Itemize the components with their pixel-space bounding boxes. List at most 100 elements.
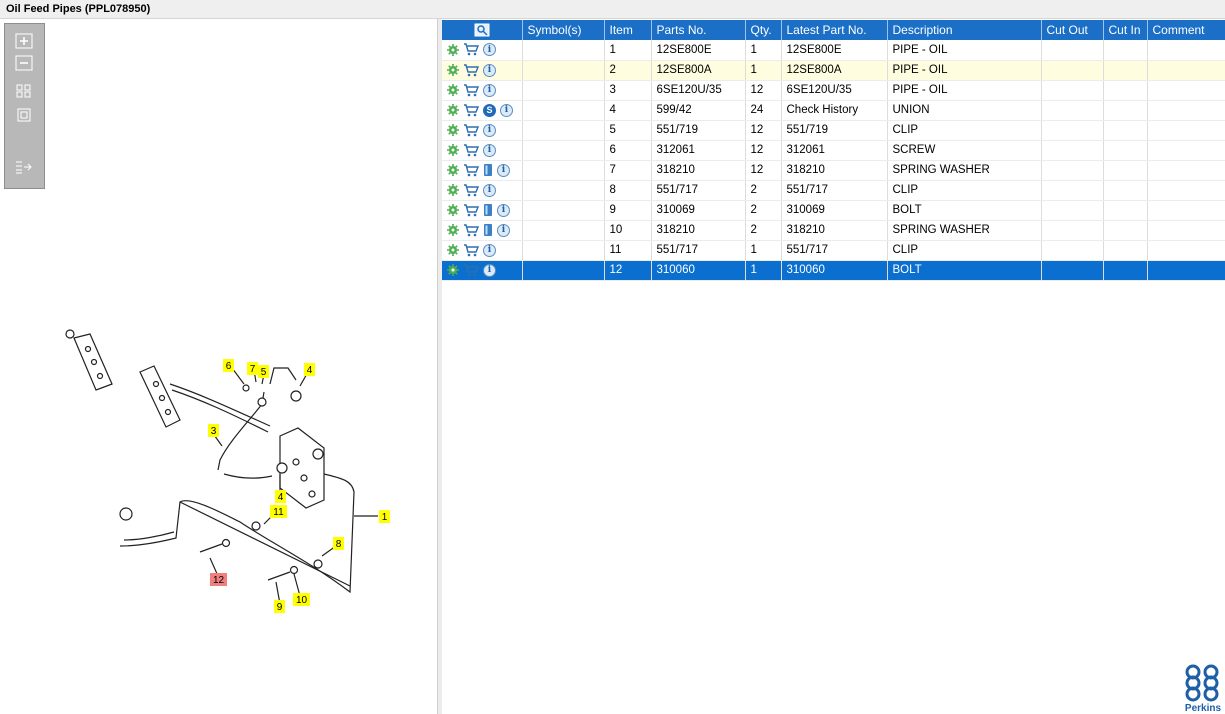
- info-icon[interactable]: i: [497, 203, 510, 217]
- column-header-symbols[interactable]: Symbol(s): [522, 20, 605, 40]
- gear-icon[interactable]: [447, 84, 459, 96]
- gear-icon[interactable]: [447, 164, 459, 176]
- table-row[interactable]: i 10 318210 2 318210 SPRING WASHER: [442, 220, 1225, 241]
- row-icons: i: [442, 240, 523, 261]
- qty-cell: 1: [745, 60, 782, 81]
- table-row[interactable]: i 9 310069 2 310069 BOLT: [442, 200, 1225, 221]
- row-icons: i: [442, 180, 523, 201]
- info-icon[interactable]: i: [483, 63, 496, 77]
- info-icon[interactable]: i: [483, 143, 496, 157]
- description-cell: PIPE - OIL: [887, 40, 1042, 61]
- item-cell: 2: [604, 60, 652, 81]
- column-header-cut-out[interactable]: Cut Out: [1041, 20, 1104, 40]
- info-icon[interactable]: i: [497, 163, 510, 177]
- zoom-out-button[interactable]: [13, 54, 35, 72]
- part-number-cell: 310060: [651, 260, 746, 281]
- info-icon[interactable]: i: [483, 43, 496, 57]
- export-list-button[interactable]: [13, 158, 35, 176]
- table-row[interactable]: i 6 312061 12 312061 SCREW: [442, 140, 1225, 161]
- callout-12-highlighted[interactable]: 12: [210, 573, 227, 586]
- exploded-parts-diagram[interactable]: 1 3 4 4 5 6 7 8 9 10 11 12: [0, 19, 438, 714]
- info-icon[interactable]: i: [497, 223, 510, 237]
- cart-icon[interactable]: [463, 83, 479, 97]
- column-header-cut-in[interactable]: Cut In: [1103, 20, 1148, 40]
- callout-4-top[interactable]: 4: [304, 363, 315, 376]
- info-icon[interactable]: i: [483, 183, 496, 197]
- gear-icon[interactable]: [447, 204, 459, 216]
- cart-icon[interactable]: [463, 163, 479, 177]
- book-icon[interactable]: [483, 163, 493, 177]
- info-icon[interactable]: i: [483, 263, 496, 277]
- gear-icon[interactable]: [447, 43, 459, 56]
- cart-icon[interactable]: [463, 263, 479, 277]
- callout-3[interactable]: 3: [208, 424, 219, 437]
- cart-icon[interactable]: [463, 63, 479, 77]
- callout-9[interactable]: 9: [274, 600, 285, 613]
- diagram-pane[interactable]: 1 3 4 4 5 6 7 8 9 10 11 12: [0, 19, 438, 714]
- info-icon[interactable]: i: [500, 103, 513, 117]
- cut-in-cell: [1103, 40, 1148, 61]
- item-cell: 9: [604, 200, 652, 221]
- table-row[interactable]: i 3 6SE120U/35 12 6SE120U/35 PIPE - OIL: [442, 80, 1225, 101]
- description-cell: UNION: [887, 100, 1042, 121]
- qty-cell: 2: [745, 180, 782, 201]
- cart-icon[interactable]: [463, 203, 479, 217]
- gear-icon[interactable]: [447, 264, 459, 276]
- cart-icon[interactable]: [463, 183, 479, 197]
- callout-10[interactable]: 10: [293, 593, 310, 606]
- gear-icon[interactable]: [447, 144, 459, 156]
- table-row[interactable]: i 12 310060 1 310060 BOLT: [442, 260, 1225, 281]
- comment-cell: [1147, 120, 1225, 141]
- column-header-item[interactable]: Item: [604, 20, 652, 40]
- cart-icon[interactable]: [463, 223, 479, 237]
- svg-text:9: 9: [277, 602, 283, 613]
- zoom-in-button[interactable]: [13, 32, 35, 50]
- search-icon: [474, 23, 490, 37]
- gear-icon[interactable]: [447, 104, 459, 116]
- gear-icon[interactable]: [447, 184, 459, 196]
- info-icon[interactable]: i: [483, 123, 496, 137]
- table-row[interactable]: i 8 551/717 2 551/717 CLIP: [442, 180, 1225, 201]
- column-header-parts-no[interactable]: Parts No.: [651, 20, 746, 40]
- column-header-description[interactable]: Description: [887, 20, 1042, 40]
- fit-to-window-button[interactable]: [13, 82, 35, 100]
- callout-6[interactable]: 6: [223, 359, 234, 372]
- column-header-qty[interactable]: Qty.: [745, 20, 782, 40]
- callout-8[interactable]: 8: [333, 537, 344, 550]
- gear-icon[interactable]: [447, 64, 459, 76]
- callout-1[interactable]: 1: [379, 510, 390, 523]
- column-header-icons[interactable]: [442, 20, 523, 40]
- info-icon[interactable]: i: [483, 243, 496, 257]
- table-row[interactable]: i 7 318210 12 318210 SPRING WASHER: [442, 160, 1225, 181]
- zoom-out-icon: [15, 55, 33, 71]
- gear-icon[interactable]: [447, 224, 459, 236]
- book-icon[interactable]: [483, 223, 493, 237]
- table-row[interactable]: Si 4 599/42 24 Check History UNION: [442, 100, 1225, 121]
- callout-5[interactable]: 5: [258, 365, 269, 378]
- cut-in-cell: [1103, 100, 1148, 121]
- symbols-cell: [522, 100, 605, 121]
- column-header-comment[interactable]: Comment: [1147, 20, 1225, 40]
- cut-out-cell: [1041, 60, 1104, 81]
- info-icon[interactable]: i: [483, 83, 496, 97]
- cut-in-cell: [1103, 220, 1148, 241]
- cart-icon[interactable]: [463, 243, 479, 257]
- gear-icon[interactable]: [447, 124, 459, 136]
- book-icon[interactable]: [483, 203, 493, 217]
- cart-icon[interactable]: [463, 103, 479, 117]
- cart-icon[interactable]: [463, 123, 479, 137]
- table-row[interactable]: i 5 551/719 12 551/719 CLIP: [442, 120, 1225, 141]
- actual-size-button[interactable]: [13, 106, 35, 124]
- table-row[interactable]: i 11 551/717 1 551/717 CLIP: [442, 240, 1225, 261]
- s-badge-icon[interactable]: S: [483, 103, 496, 117]
- callout-7[interactable]: 7: [247, 362, 258, 375]
- table-row[interactable]: i 1 12SE800E 1 12SE800E PIPE - OIL: [442, 40, 1225, 61]
- gear-icon[interactable]: [447, 244, 459, 256]
- cart-icon[interactable]: [463, 43, 479, 56]
- table-row[interactable]: i 2 12SE800A 1 12SE800A PIPE - OIL: [442, 60, 1225, 81]
- cart-icon[interactable]: [463, 143, 479, 157]
- callout-4-bottom[interactable]: 4: [275, 490, 286, 503]
- callout-11[interactable]: 11: [270, 505, 287, 518]
- latest-part-number-cell: 318210: [781, 160, 888, 181]
- column-header-latest-part-no[interactable]: Latest Part No.: [781, 20, 888, 40]
